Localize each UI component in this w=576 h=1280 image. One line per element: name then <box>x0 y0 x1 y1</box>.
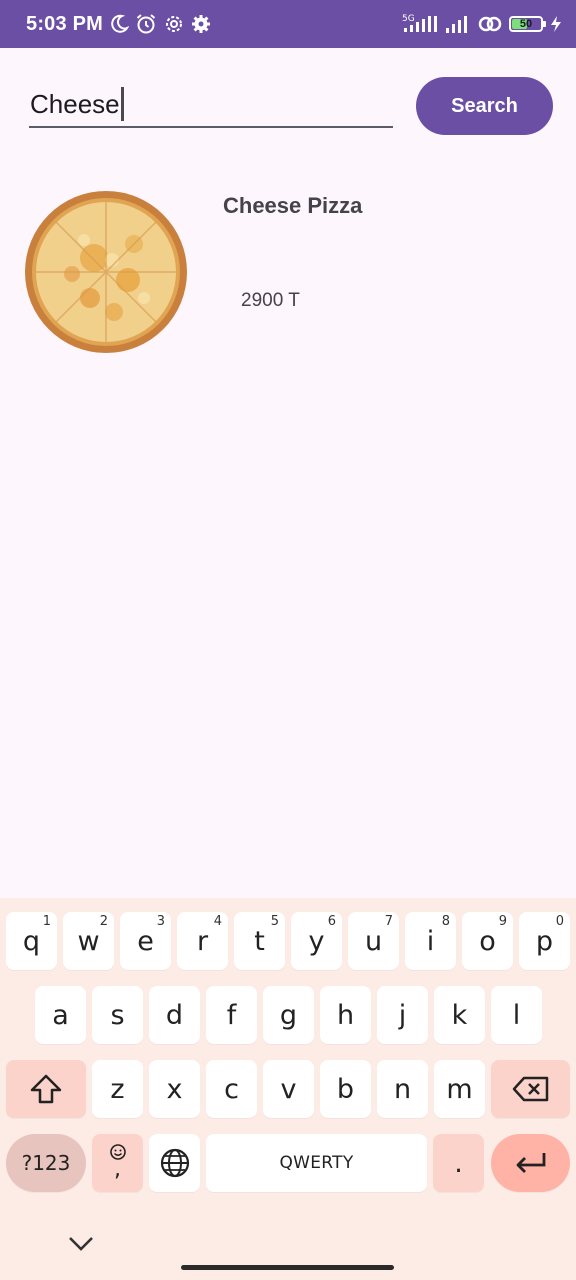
hotspot-link-icon <box>478 16 502 32</box>
key-l[interactable]: l <box>491 986 542 1044</box>
list-item[interactable]: Cheese Pizza 2900 T <box>24 188 544 364</box>
product-price: 2900 T <box>241 290 300 311</box>
key-d[interactable]: d <box>149 986 200 1044</box>
key-w[interactable]: w2 <box>63 912 114 970</box>
shift-icon <box>30 1074 62 1104</box>
key-v[interactable]: v <box>263 1060 314 1118</box>
key-b[interactable]: b <box>320 1060 371 1118</box>
gear-icon <box>192 15 210 33</box>
language-key[interactable] <box>149 1134 200 1192</box>
search-input-value: Cheese <box>30 88 120 119</box>
key-j[interactable]: j <box>377 986 428 1044</box>
charging-icon <box>551 16 561 32</box>
key-i[interactable]: i8 <box>405 912 456 970</box>
key-e[interactable]: e3 <box>120 912 171 970</box>
key-s[interactable]: s <box>92 986 143 1044</box>
status-icons-right: 5G 50 <box>402 13 562 35</box>
moon-icon <box>111 14 129 33</box>
key-f[interactable]: f <box>206 986 257 1044</box>
enter-key[interactable] <box>491 1134 570 1192</box>
search-button[interactable]: Search <box>416 77 553 135</box>
key-t[interactable]: t5 <box>234 912 285 970</box>
text-cursor <box>120 87 124 121</box>
key-k[interactable]: k <box>434 986 485 1044</box>
status-bar: 5:03 PM 5G 50 <box>0 0 576 48</box>
symbols-key[interactable]: ?123 <box>6 1134 86 1192</box>
space-key[interactable]: QWERTY <box>206 1134 427 1192</box>
pizza-image <box>24 188 200 364</box>
keyboard: q1 w2 e3 r4 t5 y6 u7 i8 o9 p0 a s d f g … <box>0 898 576 1280</box>
key-m[interactable]: m <box>434 1060 485 1118</box>
battery-icon: 50 <box>509 16 546 32</box>
status-time: 5:03 PM <box>26 12 103 35</box>
enter-icon <box>516 1153 545 1173</box>
key-x[interactable]: x <box>149 1060 200 1118</box>
key-q[interactable]: q1 <box>6 912 57 970</box>
period-key[interactable]: . <box>433 1134 484 1192</box>
key-y[interactable]: y6 <box>291 912 342 970</box>
navigation-bar-handle[interactable] <box>181 1265 394 1270</box>
signal-5g-icon: 5G <box>402 14 437 32</box>
search-input[interactable]: Cheese <box>29 82 393 128</box>
settings-outline-icon <box>166 16 182 32</box>
shift-key[interactable] <box>6 1060 86 1118</box>
key-c[interactable]: c <box>206 1060 257 1118</box>
backspace-key[interactable] <box>491 1060 570 1118</box>
emoji-comma-key[interactable]: , <box>92 1134 143 1192</box>
key-h[interactable]: h <box>320 986 371 1044</box>
comma-label: , <box>114 1157 121 1182</box>
chevron-down-icon[interactable] <box>66 1232 96 1254</box>
backspace-icon <box>512 1076 548 1102</box>
key-r[interactable]: r4 <box>177 912 228 970</box>
key-n[interactable]: n <box>377 1060 428 1118</box>
alarm-icon <box>136 14 156 34</box>
product-name: Cheese Pizza <box>223 193 363 218</box>
svg-text:5G: 5G <box>402 14 415 24</box>
key-g[interactable]: g <box>263 986 314 1044</box>
key-a[interactable]: a <box>35 986 86 1044</box>
battery-level: 50 <box>519 18 533 30</box>
key-z[interactable]: z <box>92 1060 143 1118</box>
key-o[interactable]: o9 <box>462 912 513 970</box>
status-icons-left <box>109 13 211 35</box>
key-p[interactable]: p0 <box>519 912 570 970</box>
key-u[interactable]: u7 <box>348 912 399 970</box>
signal-icon <box>446 16 467 33</box>
globe-icon <box>160 1148 189 1178</box>
